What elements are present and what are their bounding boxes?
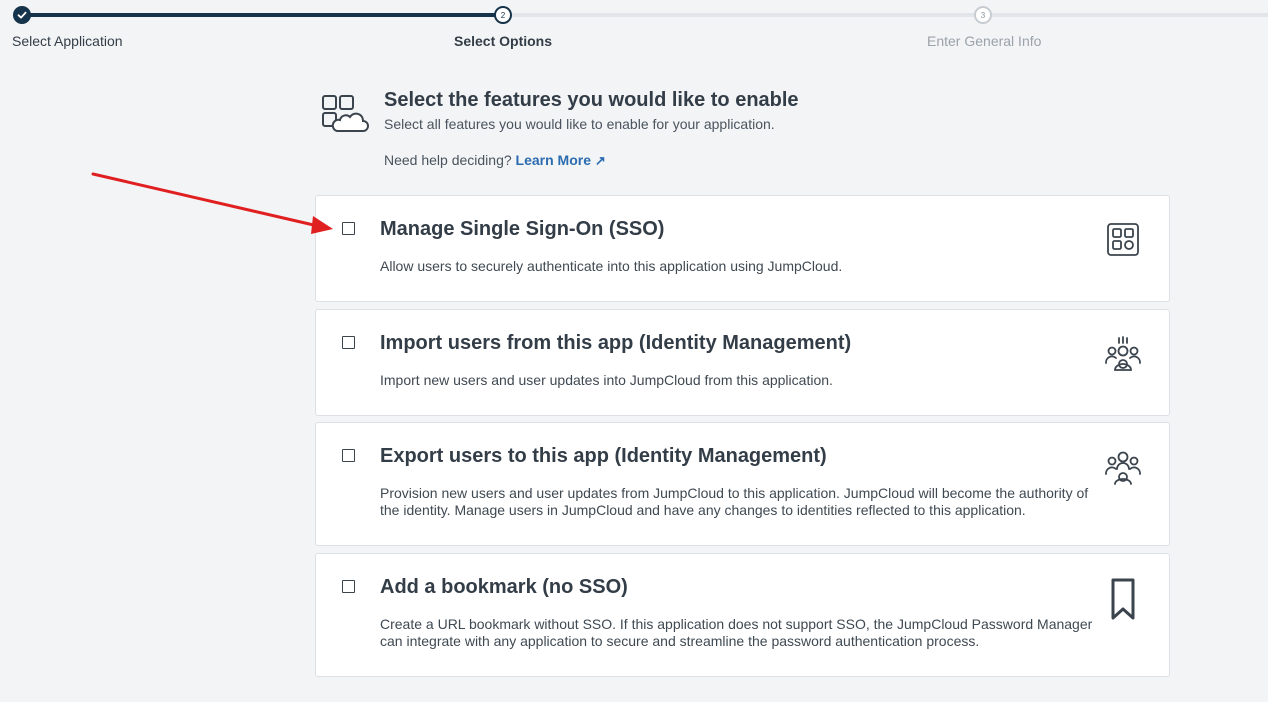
step-2-indicator[interactable]: 2 — [494, 6, 512, 24]
apps-cloud-icon — [321, 94, 369, 134]
feature-description: Provision new users and user updates fro… — [380, 485, 1089, 518]
learn-more-link[interactable]: Learn More ↗ — [516, 152, 606, 168]
export-users-checkbox[interactable] — [342, 449, 355, 462]
feature-title: Manage Single Sign-On (SSO) — [380, 218, 665, 240]
bookmark-icon — [1103, 578, 1143, 620]
feature-title: Add a bookmark (no SSO) — [380, 576, 628, 598]
import-users-checkbox[interactable] — [342, 336, 355, 349]
page-subtitle: Select all features you would like to en… — [384, 116, 775, 132]
step-3-label: Enter General Info — [927, 33, 1042, 49]
feature-title: Import users from this app (Identity Man… — [380, 332, 852, 354]
feature-description: Create a URL bookmark without SSO. If th… — [380, 616, 1093, 649]
step-1-complete-check-icon[interactable] — [13, 6, 31, 24]
bookmark-checkbox[interactable] — [342, 580, 355, 593]
sso-checkbox[interactable] — [342, 222, 355, 235]
help-question: Need help deciding? — [384, 152, 512, 168]
stepper-remaining-line — [503, 13, 1268, 17]
apps-grid-icon — [1103, 220, 1143, 260]
import-users-icon — [1103, 334, 1143, 374]
export-users-icon — [1103, 447, 1143, 487]
feature-card-sso[interactable]: Manage Single Sign-On (SSO) Allow users … — [315, 195, 1170, 302]
learn-more-label[interactable]: Learn More — [516, 152, 591, 168]
step-3-indicator[interactable]: 3 — [974, 6, 992, 24]
feature-description: Import new users and user updates into J… — [380, 372, 833, 388]
feature-title: Export users to this app (Identity Manag… — [380, 445, 827, 467]
progress-stepper: 2 3 Select Application Select Options En… — [0, 0, 1268, 60]
step-2-label: Select Options — [454, 33, 553, 49]
external-link-icon[interactable]: ↗ — [595, 153, 606, 168]
feature-card-bookmark[interactable]: Add a bookmark (no SSO) Create a URL boo… — [315, 553, 1170, 677]
help-text: Need help deciding? Learn More ↗ — [384, 152, 606, 169]
feature-description: Allow users to securely authenticate int… — [380, 258, 843, 274]
feature-card-export-users[interactable]: Export users to this app (Identity Manag… — [315, 422, 1170, 546]
feature-card-import-users[interactable]: Import users from this app (Identity Man… — [315, 309, 1170, 416]
page-title: Select the features you would like to en… — [384, 89, 799, 111]
step-1-label[interactable]: Select Application — [12, 33, 123, 49]
stepper-progress-line — [23, 13, 503, 17]
